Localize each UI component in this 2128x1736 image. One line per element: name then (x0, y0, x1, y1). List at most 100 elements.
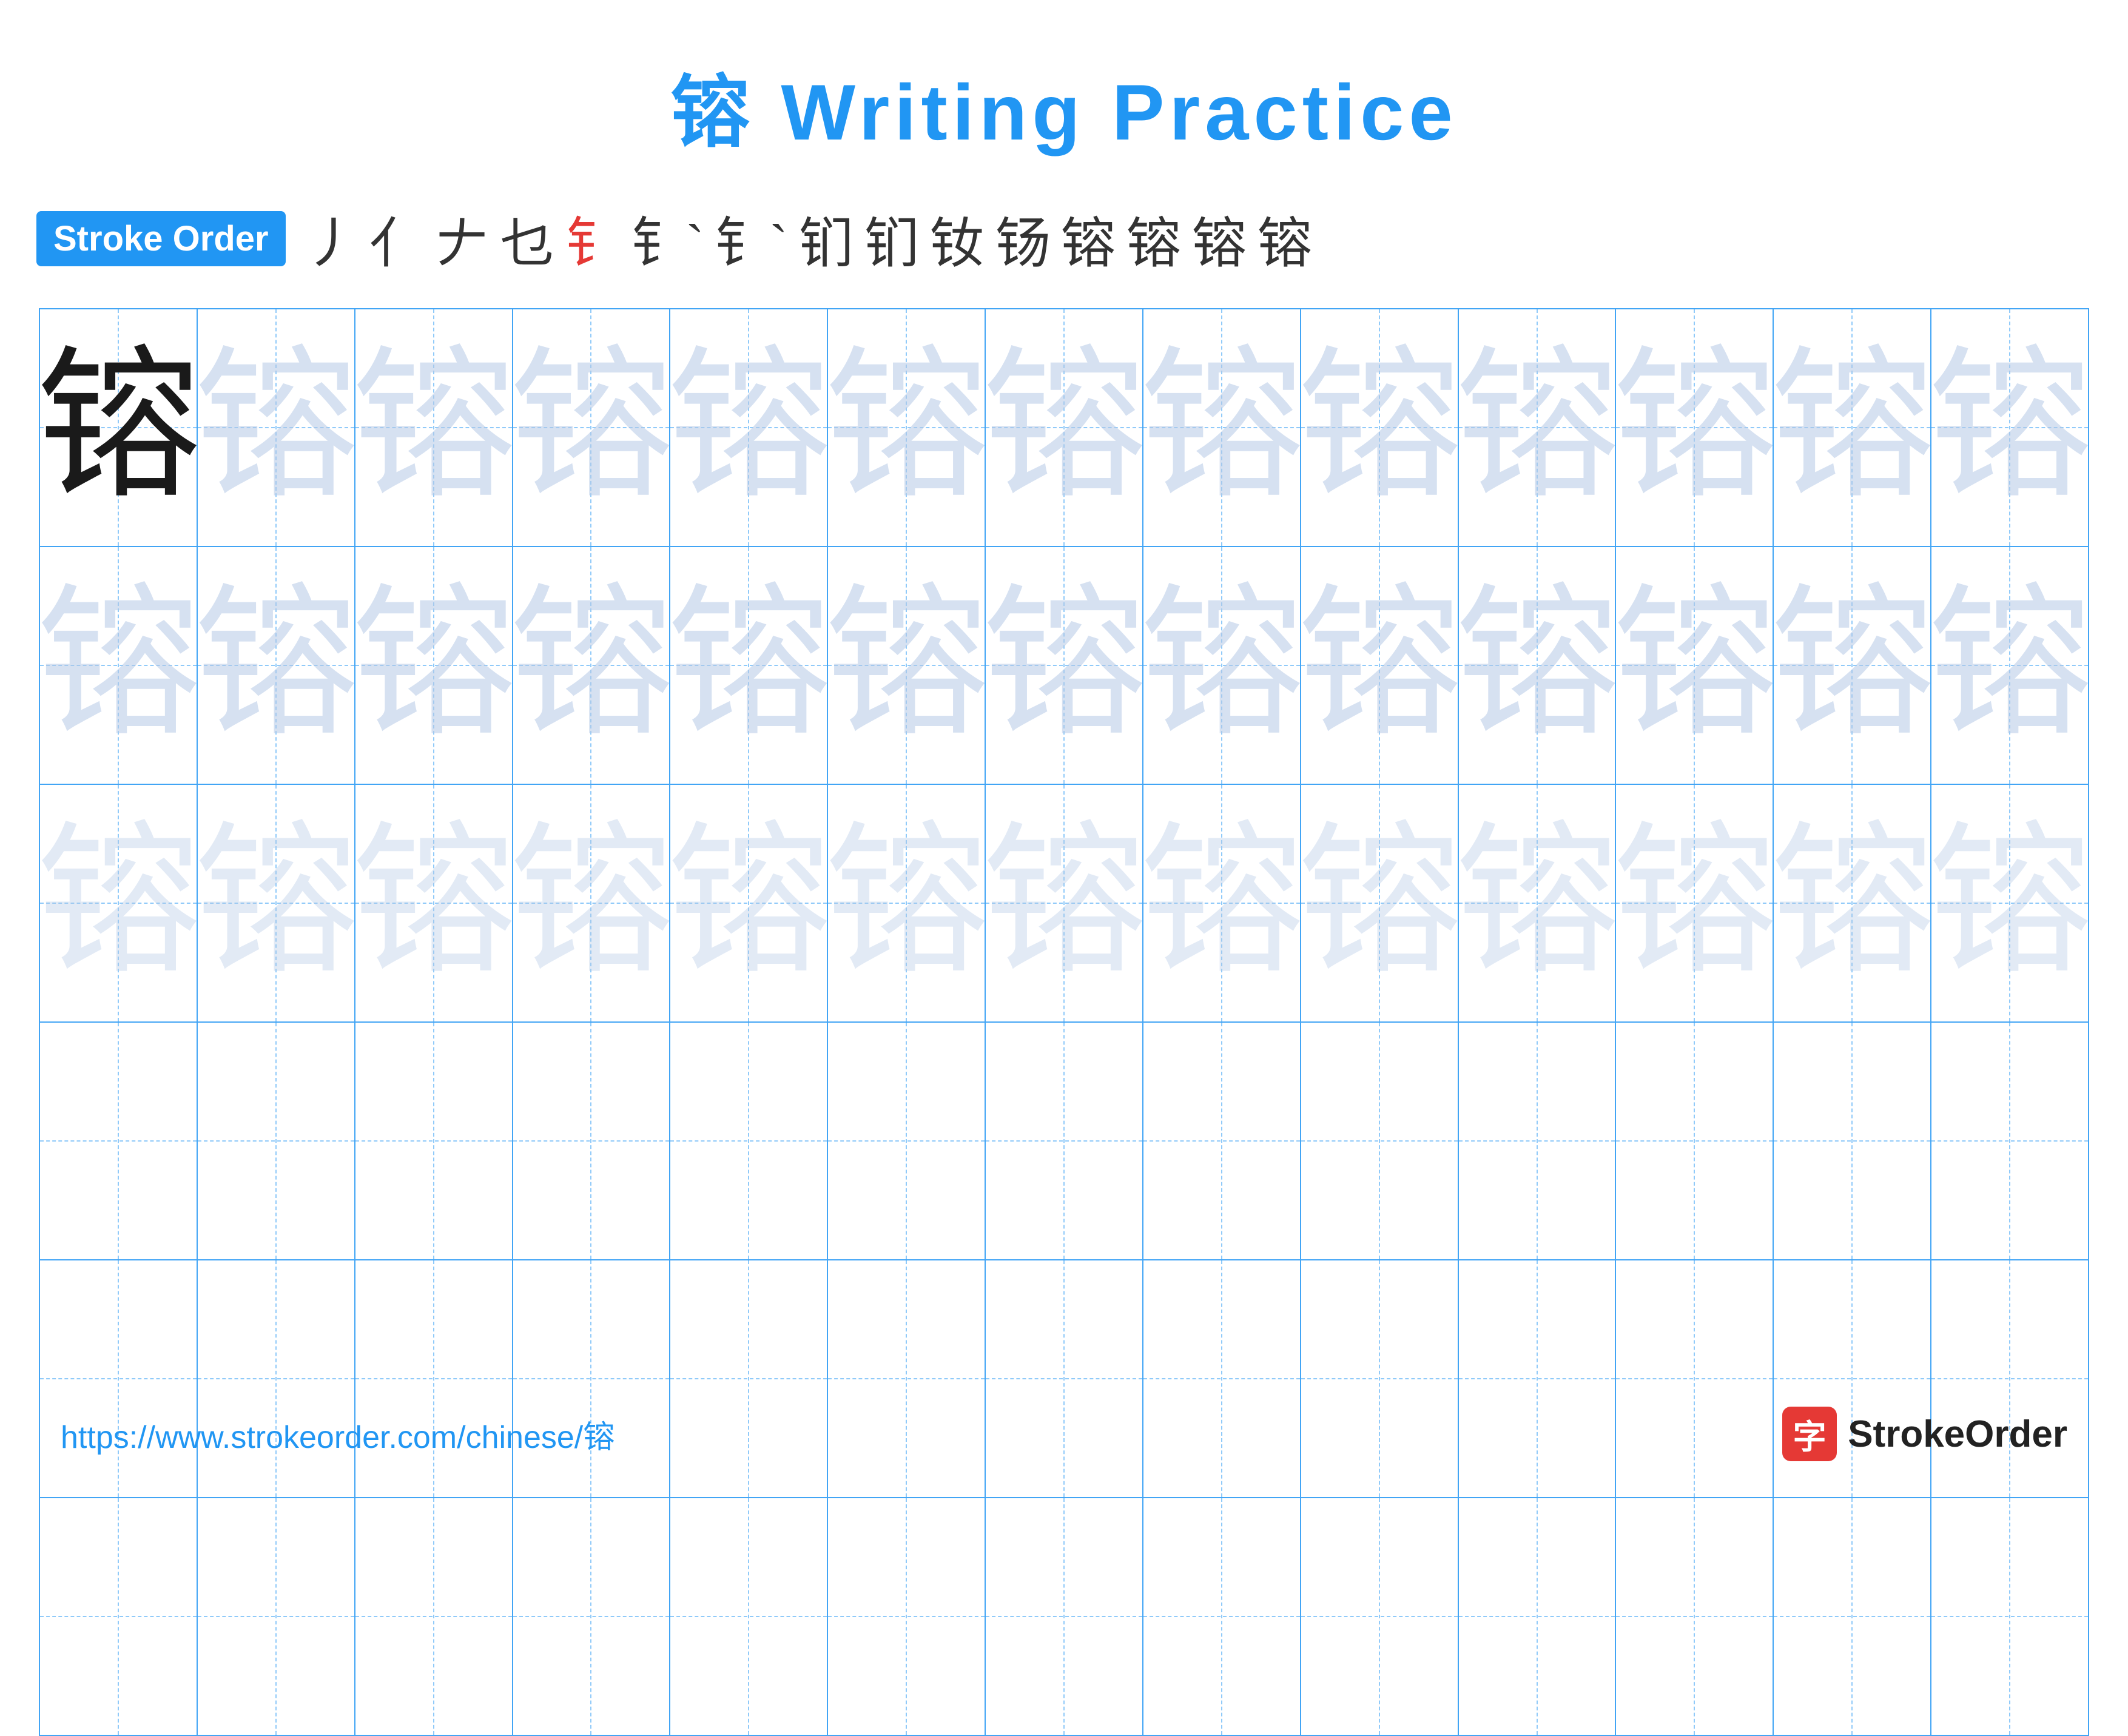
grid-cell-5-10 (1459, 1260, 1617, 1497)
grid-cell-3-12: 镕 (1774, 785, 1931, 1021)
grid-cell-6-10 (1459, 1498, 1617, 1735)
grid-cell-2-1: 镕 (40, 547, 198, 784)
grid-cell-6-5 (670, 1498, 828, 1735)
grid-cell-4-1 (40, 1023, 198, 1259)
stroke-13: 镕 (1126, 199, 1181, 278)
grid-cell-5-5 (670, 1260, 828, 1497)
stroke-11: 钖 (995, 199, 1050, 278)
stroke-9: 钔 (864, 199, 919, 278)
char-guide: 镕 (1301, 584, 1459, 747)
grid-cell-3-4: 镕 (513, 785, 671, 1021)
grid-cell-3-6: 镕 (828, 785, 986, 1021)
logo-text: StrokeOrder (1848, 1413, 2067, 1456)
char-guide: 镕 (1931, 346, 2088, 510)
grid-cell-2-7: 镕 (986, 547, 1143, 784)
char-guide: 镕 (670, 584, 828, 747)
stroke-12: 镕 (1061, 199, 1116, 278)
stroke-chars: 丿 亻 𠂇 乜 钅 钅` 钅` 钔 钔 钕 钖 镕 镕 镕 镕 (304, 199, 1312, 278)
char-guide-faint: 镕 (1931, 821, 2088, 985)
grid-cell-5-4 (513, 1260, 671, 1497)
grid-cell-1-5: 镕 (670, 309, 828, 546)
grid-cell-1-13: 镕 (1931, 309, 2088, 546)
grid-cell-3-7: 镕 (986, 785, 1143, 1021)
grid-cell-5-1 (40, 1260, 198, 1497)
grid-cell-4-8 (1143, 1023, 1301, 1259)
char-guide: 镕 (986, 346, 1143, 510)
char-guide: 镕 (1459, 346, 1617, 510)
grid-cell-6-13 (1931, 1498, 2088, 1735)
stroke-15: 镕 (1258, 199, 1312, 278)
stroke-8: 钔 (799, 199, 854, 278)
page: 镕 Writing Practice Stroke Order 丿 亻 𠂇 乜 … (0, 0, 2128, 1504)
grid-cell-2-11: 镕 (1616, 547, 1774, 784)
char-guide: 镕 (1931, 584, 2088, 747)
grid-row-5 (40, 1260, 2088, 1498)
grid-cell-3-9: 镕 (1301, 785, 1459, 1021)
char-guide-faint: 镕 (1616, 821, 1774, 985)
footer-logo: 字 StrokeOrder (1782, 1407, 2067, 1461)
stroke-14: 镕 (1192, 199, 1247, 278)
grid-cell-2-12: 镕 (1774, 547, 1931, 784)
char-guide: 镕 (1143, 584, 1301, 747)
grid-cell-2-13: 镕 (1931, 547, 2088, 784)
char-guide-faint: 镕 (40, 821, 198, 985)
grid-cell-6-9 (1301, 1498, 1459, 1735)
stroke-1: 丿 (304, 199, 359, 278)
char-guide-faint: 镕 (1301, 821, 1459, 985)
char-guide-faint: 镕 (670, 821, 828, 985)
grid-cell-2-10: 镕 (1459, 547, 1617, 784)
grid-row-2: 镕 镕 镕 镕 镕 镕 镕 镕 镕 (40, 547, 2088, 785)
grid-cell-4-6 (828, 1023, 986, 1259)
grid-cell-6-7 (986, 1498, 1143, 1735)
char-guide-faint: 镕 (198, 821, 355, 985)
grid-cell-2-6: 镕 (828, 547, 986, 784)
grid-cell-3-8: 镕 (1143, 785, 1301, 1021)
char-guide-faint: 镕 (1143, 821, 1301, 985)
grid-cell-1-10: 镕 (1459, 309, 1617, 546)
grid-cell-1-9: 镕 (1301, 309, 1459, 546)
char-guide-faint: 镕 (828, 821, 986, 985)
grid-cell-3-1: 镕 (40, 785, 198, 1021)
grid-cell-3-2: 镕 (198, 785, 355, 1021)
grid-cell-4-13 (1931, 1023, 2088, 1259)
stroke-10: 钕 (930, 199, 985, 278)
grid-cell-6-2 (198, 1498, 355, 1735)
grid-cell-5-11 (1616, 1260, 1774, 1497)
stroke-3: 𠂇 (435, 199, 490, 278)
char-guide: 镕 (513, 346, 671, 510)
char-guide: 镕 (1616, 584, 1774, 747)
grid-cell-5-8 (1143, 1260, 1301, 1497)
grid-cell-6-6 (828, 1498, 986, 1735)
grid-cell-1-3: 镕 (355, 309, 513, 546)
grid-cell-5-7 (986, 1260, 1143, 1497)
grid-cell-1-8: 镕 (1143, 309, 1301, 546)
grid-cell-2-8: 镕 (1143, 547, 1301, 784)
grid-cell-3-5: 镕 (670, 785, 828, 1021)
stroke-order-badge: Stroke Order (36, 211, 286, 266)
grid-cell-6-4 (513, 1498, 671, 1735)
char-guide-faint: 镕 (1774, 821, 1931, 985)
grid-cell-5-12 (1774, 1260, 1931, 1497)
grid-cell-5-9 (1301, 1260, 1459, 1497)
grid-cell-4-7 (986, 1023, 1143, 1259)
grid-cell-1-1: 镕 (40, 309, 198, 546)
grid-cell-4-9 (1301, 1023, 1459, 1259)
char-guide: 镕 (986, 584, 1143, 747)
stroke-4: 乜 (500, 199, 555, 278)
stroke-order-row: Stroke Order 丿 亻 𠂇 乜 钅 钅` 钅` 钔 钔 钕 钖 镕 镕… (0, 199, 2128, 278)
char-guide: 镕 (828, 346, 986, 510)
stroke-5: 钅 (566, 199, 621, 278)
grid-cell-6-3 (355, 1498, 513, 1735)
stroke-6: 钅` (631, 199, 704, 278)
grid-cell-1-7: 镕 (986, 309, 1143, 546)
char-guide-faint: 镕 (1459, 821, 1617, 985)
char-guide-faint: 镕 (986, 821, 1143, 985)
footer: https://www.strokeorder.com/chinese/镕 字 … (0, 1407, 2128, 1461)
grid-cell-5-6 (828, 1260, 986, 1497)
grid-cell-3-11: 镕 (1616, 785, 1774, 1021)
char-guide: 镕 (1143, 346, 1301, 510)
char-guide: 镕 (40, 584, 198, 747)
logo-icon: 字 (1782, 1407, 1837, 1461)
grid-cell-6-1 (40, 1498, 198, 1735)
grid-cell-2-9: 镕 (1301, 547, 1459, 784)
